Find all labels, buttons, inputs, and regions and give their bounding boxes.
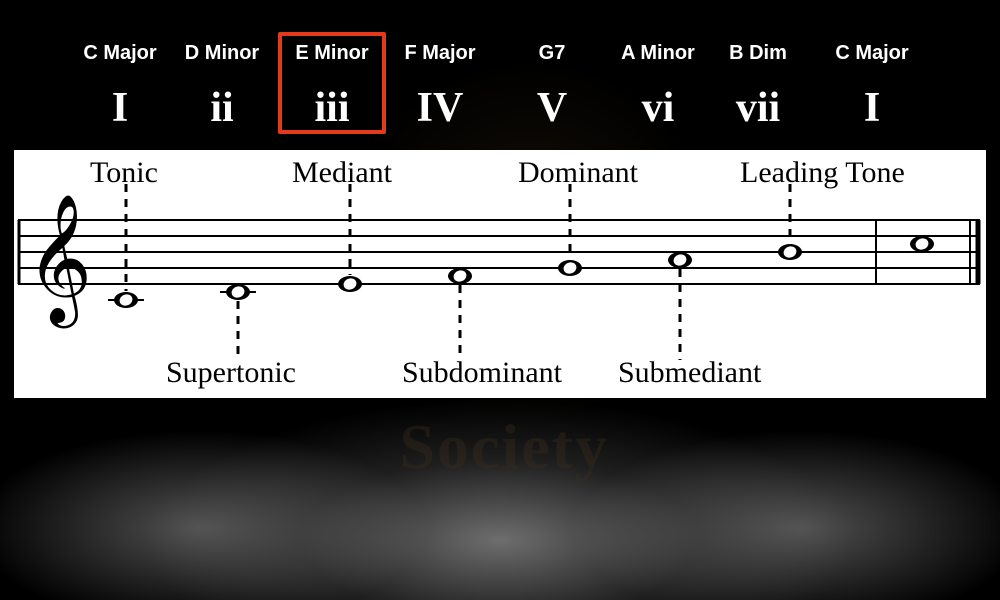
roman-numeral-text: vii: [736, 85, 780, 131]
scale-degree-term: Submediant: [618, 356, 761, 390]
roman-numeral-text: I: [864, 85, 880, 131]
roman-numeral-row: IiiiiiIVVviviiI: [0, 84, 1000, 134]
roman-numeral-text: iii: [314, 85, 349, 131]
chord-label-text: F Major: [404, 42, 475, 64]
roman-numeral: vii: [718, 84, 798, 132]
roman-numeral: IV: [396, 84, 484, 132]
chord-label: B Dim: [718, 42, 798, 65]
chord-label: C Major: [828, 42, 916, 65]
roman-numeral: vi: [614, 84, 702, 132]
scale-degree-term: Subdominant: [402, 356, 562, 390]
chord-label: A Minor: [614, 42, 702, 65]
roman-numeral-text: vi: [642, 85, 675, 131]
roman-numeral: ii: [178, 84, 266, 132]
chord-label-text: G7: [539, 42, 566, 64]
roman-numeral: I: [76, 84, 164, 132]
chord-label: F Major: [396, 42, 484, 65]
chord-label-text: A Minor: [621, 42, 695, 64]
chord-label: G7: [517, 42, 587, 65]
chord-header: C Major D Minor E Minor F Major G7 A Minor B D…: [0, 42, 1000, 134]
scale-degree-term: Leading Tone: [740, 156, 905, 190]
roman-numeral-text: I: [112, 85, 128, 131]
chord-label: E Minor: [282, 42, 382, 65]
staff-panel: 𝄞 Tonic Mediant Dominant Leading Tone Supert…: [14, 150, 986, 398]
roman-numeral: V: [517, 84, 587, 132]
roman-numeral-text: V: [537, 85, 567, 131]
chord-label-text: E Minor: [295, 42, 368, 64]
scale-degree-term: Mediant: [292, 156, 392, 190]
chord-label: D Minor: [178, 42, 266, 65]
roman-numeral-text: ii: [210, 85, 233, 131]
scale-degree-term: Tonic: [90, 156, 158, 190]
chord-label-text: C Major: [835, 42, 908, 64]
roman-numeral-text: IV: [417, 85, 464, 131]
roman-numeral: iii: [282, 84, 382, 132]
chord-label-text: C Major: [83, 42, 156, 64]
chord-label-text: D Minor: [185, 42, 259, 64]
scale-degree-term: Dominant: [518, 156, 638, 190]
chord-label: C Major: [76, 42, 164, 65]
treble-clef-icon: 𝄞: [26, 195, 92, 329]
roman-numeral: I: [828, 84, 916, 132]
chord-name-row: C Major D Minor E Minor F Major G7 A Minor B D…: [0, 42, 1000, 66]
scale-degree-term: Supertonic: [166, 356, 296, 390]
chord-label-text: B Dim: [729, 42, 787, 64]
